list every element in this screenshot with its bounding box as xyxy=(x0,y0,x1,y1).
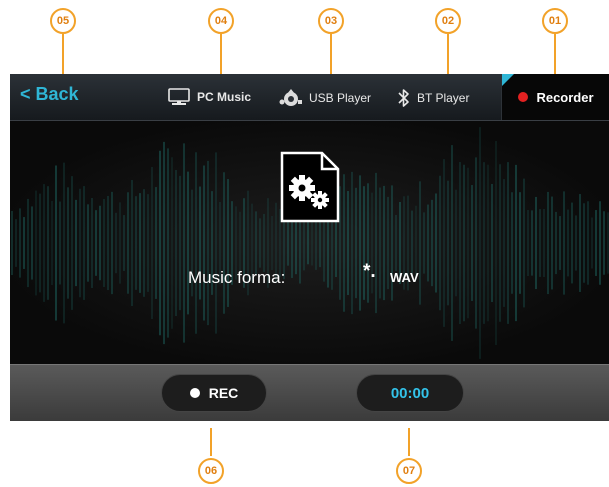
tab-recorder-label: Recorder xyxy=(536,89,594,105)
format-value: WAV xyxy=(390,270,419,285)
callout-03-leader xyxy=(330,34,332,74)
callout-04: 04 xyxy=(208,8,234,34)
format-wildcard: *. xyxy=(363,261,376,282)
tab-bt-player[interactable]: BT Player xyxy=(397,88,469,108)
callout-07: 07 xyxy=(396,458,422,484)
tab-recorder[interactable]: Recorder xyxy=(501,74,609,120)
tab-usb-player[interactable]: USB Player xyxy=(279,88,371,108)
callout-07-leader xyxy=(408,428,410,456)
callout-02: 02 xyxy=(435,8,461,34)
monitor-icon xyxy=(168,88,190,105)
callout-01: 01 xyxy=(542,8,568,34)
callout-06: 06 xyxy=(198,458,224,484)
tab-pc-music[interactable]: PC Music xyxy=(167,88,251,106)
callout-02-leader xyxy=(447,34,449,74)
file-settings-icon xyxy=(280,151,340,223)
tab-bt-player-label: BT Player xyxy=(417,91,470,105)
tab-pc-music-label: PC Music xyxy=(197,90,252,104)
top-bar: < Back PC Music USB Player BT Player Rec… xyxy=(10,74,609,121)
record-dot-icon xyxy=(189,388,200,398)
device-screen: < Back PC Music USB Player BT Player Rec… xyxy=(10,74,609,421)
record-dot-icon xyxy=(518,92,529,102)
callout-06-leader xyxy=(210,428,212,456)
recording-timer: 00:00 xyxy=(356,374,464,412)
callout-05-leader xyxy=(62,34,64,74)
format-label: Music forma: xyxy=(188,268,286,287)
rec-button-label: REC xyxy=(208,385,239,401)
back-button[interactable]: < Back xyxy=(20,84,79,105)
main-display: Music forma: *. WAV xyxy=(10,121,609,364)
tab-usb-player-label: USB Player xyxy=(309,91,372,105)
rec-button[interactable]: REC xyxy=(161,374,267,412)
bluetooth-icon xyxy=(398,89,409,107)
usb-icon xyxy=(279,89,302,106)
bottom-bar: REC 00:00 xyxy=(10,364,609,421)
callout-03: 03 xyxy=(318,8,344,34)
callout-05: 05 xyxy=(50,8,76,34)
callout-04-leader xyxy=(220,34,222,74)
callout-01-leader xyxy=(554,34,556,74)
